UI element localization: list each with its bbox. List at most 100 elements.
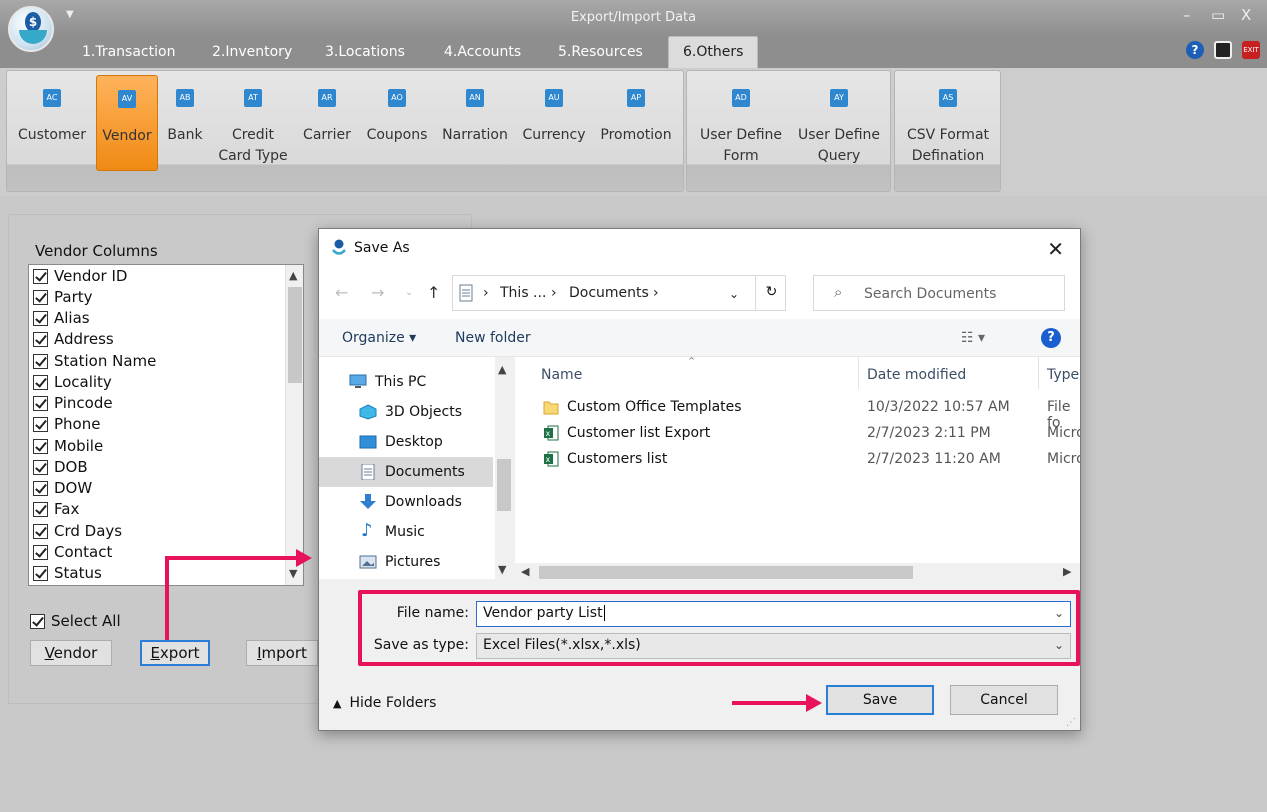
tab-locations[interactable]: 3.Locations — [325, 44, 405, 60]
nav-item-this-pc[interactable]: This PC — [319, 367, 493, 397]
breadcrumb-documents[interactable]: Documents — [569, 285, 649, 301]
scroll-down-icon[interactable]: ▼ — [498, 563, 506, 576]
close-button[interactable]: X — [1241, 6, 1251, 24]
checkbox[interactable] — [33, 438, 48, 454]
checkbox[interactable] — [33, 565, 48, 581]
list-item[interactable]: Crd Days — [33, 522, 122, 540]
scroll-thumb[interactable] — [497, 459, 511, 511]
list-item[interactable]: Mobile — [33, 437, 103, 455]
checkbox[interactable] — [33, 395, 48, 411]
nav-item-desktop[interactable]: Desktop — [319, 427, 493, 457]
list-item[interactable]: Fax — [33, 500, 79, 518]
list-item[interactable]: Contact — [33, 543, 112, 561]
app-logo[interactable]: $ — [8, 6, 54, 52]
vendor-button[interactable]: Vendor — [30, 640, 112, 666]
file-row[interactable]: x Customer list Export 2/7/2023 2:11 PM … — [515, 421, 1080, 447]
checkbox[interactable] — [33, 374, 48, 390]
new-folder-button[interactable]: New folder — [455, 330, 531, 346]
checkbox[interactable] — [33, 501, 48, 517]
refresh-button[interactable]: ↻ — [755, 275, 787, 311]
exit-icon[interactable]: EXIT — [1242, 41, 1260, 59]
list-item[interactable]: DOW — [33, 479, 92, 497]
checkbox[interactable] — [33, 480, 48, 496]
ribbon-narration-button[interactable]: AN Narration — [437, 75, 513, 171]
list-item[interactable]: Status — [33, 564, 102, 582]
checkbox[interactable] — [33, 459, 48, 475]
checkbox[interactable] — [33, 523, 48, 539]
scroll-right-icon[interactable]: ▶ — [1063, 565, 1071, 578]
search-input[interactable]: Search Documents — [864, 286, 996, 302]
ribbon-credit-card-type-button[interactable]: AT Credit Card Type — [211, 75, 295, 171]
save-button[interactable]: Save — [826, 685, 934, 715]
nav-item-pictures[interactable]: Pictures — [319, 547, 493, 577]
cancel-button[interactable]: Cancel — [950, 685, 1058, 715]
file-row[interactable]: Custom Office Templates 10/3/2022 10:57 … — [515, 395, 1080, 431]
search-box[interactable]: ⌕ Search Documents — [813, 275, 1065, 311]
column-separator[interactable] — [1038, 357, 1039, 389]
list-item[interactable]: Pincode — [33, 394, 113, 412]
checkbox[interactable] — [33, 310, 48, 326]
select-all-checkbox[interactable]: Select All — [30, 612, 121, 630]
dialog-close-button[interactable]: ✕ — [1047, 237, 1064, 261]
recent-dropdown-icon[interactable]: ⌄ — [405, 287, 413, 298]
scroll-thumb[interactable] — [288, 287, 302, 383]
minimize-button[interactable]: – — [1183, 6, 1191, 24]
column-header-type[interactable]: Type — [1047, 367, 1079, 383]
tab-resources[interactable]: 5.Resources — [558, 44, 643, 60]
checkbox[interactable] — [33, 331, 48, 347]
scroll-thumb[interactable] — [539, 566, 913, 579]
list-item[interactable]: Locality — [33, 373, 112, 391]
up-arrow-icon[interactable]: ↑ — [427, 283, 440, 302]
scroll-down-icon[interactable]: ▼ — [289, 567, 297, 580]
help-icon[interactable]: ? — [1041, 328, 1061, 348]
view-options-icon[interactable]: ☷ ▾ — [961, 330, 985, 346]
ribbon-bank-button[interactable]: AB Bank — [163, 75, 207, 171]
checkbox[interactable] — [33, 353, 48, 369]
tab-transaction[interactable]: 1.Transaction — [82, 44, 175, 60]
file-list-hscrollbar[interactable]: ◀ ▶ — [515, 563, 1080, 581]
checkbox[interactable] — [33, 268, 48, 284]
scroll-up-icon[interactable]: ▲ — [498, 363, 506, 376]
breadcrumb-this-pc[interactable]: This ... — [500, 285, 546, 301]
columns-scrollbar[interactable]: ▲ ▼ — [285, 265, 303, 585]
tab-others[interactable]: 6.Others — [668, 36, 759, 68]
ribbon-csv-format-button[interactable]: AS CSV Format Defination — [899, 75, 997, 171]
note-icon[interactable] — [1214, 41, 1232, 59]
back-arrow-icon[interactable]: ← — [335, 283, 348, 302]
tab-accounts[interactable]: 4.Accounts — [444, 44, 521, 60]
ribbon-user-define-query-button[interactable]: AY User Define Query — [791, 75, 887, 171]
forward-arrow-icon[interactable]: → — [371, 283, 384, 302]
scroll-left-icon[interactable]: ◀ — [521, 565, 529, 578]
checkbox[interactable] — [33, 416, 48, 432]
maximize-button[interactable]: ▭ — [1211, 6, 1225, 24]
ribbon-carrier-button[interactable]: AR Carrier — [297, 75, 357, 171]
tab-inventory[interactable]: 2.Inventory — [212, 44, 292, 60]
list-item[interactable]: Phone — [33, 415, 100, 433]
import-button[interactable]: Import — [246, 640, 318, 666]
ribbon-user-define-form-button[interactable]: AD User Define Form — [691, 75, 791, 171]
help-icon[interactable]: ? — [1186, 41, 1204, 59]
ribbon-coupons-button[interactable]: AO Coupons — [361, 75, 433, 171]
organize-button[interactable]: Organize ▾ — [342, 330, 416, 346]
ribbon-currency-button[interactable]: AU Currency — [516, 75, 592, 171]
list-item[interactable]: DOB — [33, 458, 88, 476]
nav-item-3d-objects[interactable]: 3D Objects — [319, 397, 493, 427]
address-dropdown-icon[interactable]: ⌄ — [729, 287, 739, 301]
checkbox[interactable] — [33, 289, 48, 305]
nav-item-documents[interactable]: Documents — [319, 457, 493, 487]
vendor-columns-list[interactable]: Vendor ID Party Alias Address Station Na… — [28, 264, 304, 586]
list-item[interactable]: Address — [33, 330, 114, 348]
export-button[interactable]: Export — [140, 640, 210, 666]
ribbon-promotion-button[interactable]: AP Promotion — [595, 75, 677, 171]
ribbon-customer-button[interactable]: AC Customer — [13, 75, 91, 171]
list-item[interactable]: Alias — [33, 309, 90, 327]
column-header-date[interactable]: Date modified — [867, 367, 966, 383]
checkbox[interactable] — [33, 544, 48, 560]
address-bar[interactable]: › This ... › Documents › ⌄ — [452, 275, 786, 311]
nav-scrollbar[interactable]: ▲ ▼ — [495, 357, 513, 579]
checkbox[interactable] — [30, 613, 45, 629]
list-item[interactable]: Vendor ID — [33, 267, 127, 285]
hide-folders-toggle[interactable]: ▲ Hide Folders — [333, 695, 436, 711]
column-separator[interactable] — [858, 357, 859, 389]
file-row[interactable]: x Customers list 2/7/2023 11:20 AM Micro — [515, 447, 1080, 473]
